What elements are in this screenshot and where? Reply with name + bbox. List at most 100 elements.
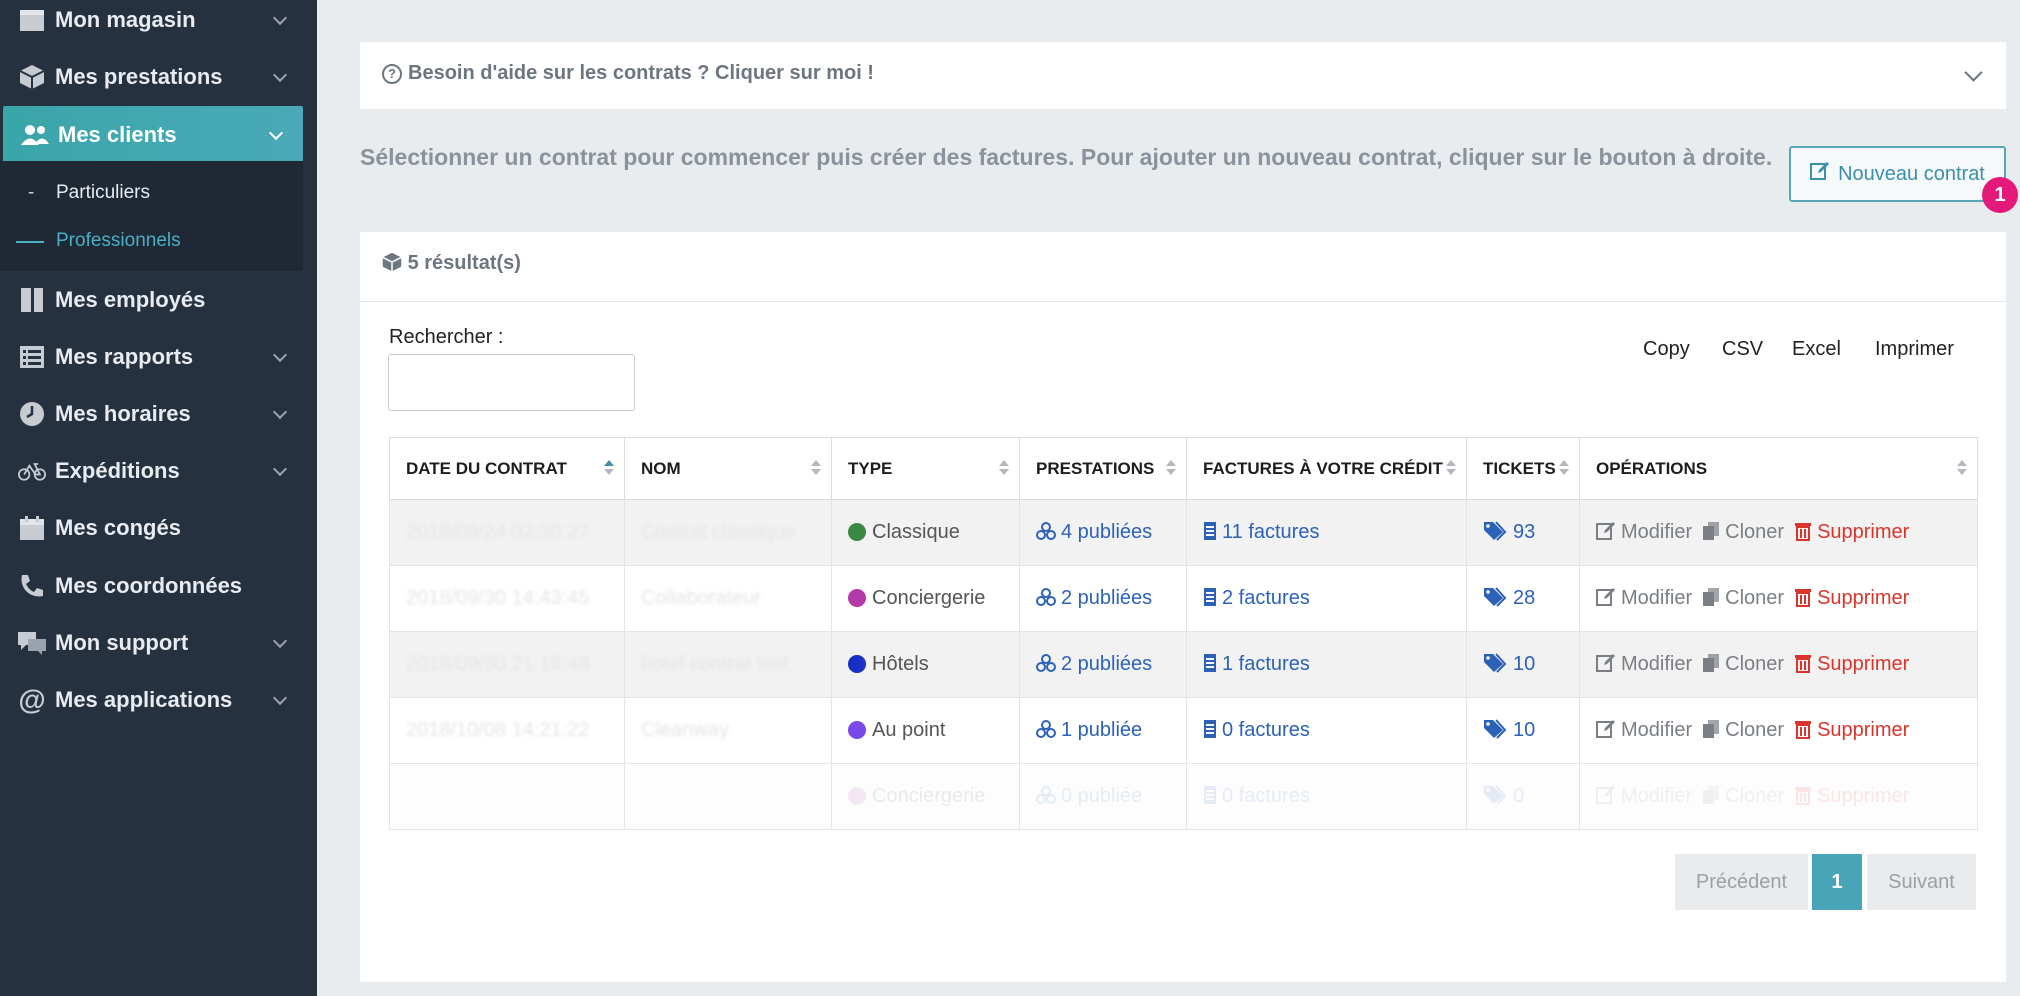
contract-name: Collaborateur — [641, 587, 762, 609]
copy-button[interactable]: Copy — [1643, 338, 1690, 361]
submenu-item-professionnels[interactable]: Professionnels — [0, 221, 303, 261]
tickets-link[interactable]: 10 — [1483, 719, 1535, 741]
modify-button[interactable]: Modifier — [1596, 653, 1692, 675]
modify-button[interactable]: Modifier — [1596, 521, 1692, 543]
column-header-date[interactable]: DATE DU CONTRAT — [389, 437, 625, 500]
clone-button[interactable]: Cloner — [1702, 653, 1784, 675]
copy-icon — [1702, 785, 1725, 807]
tickets-link[interactable]: 0 — [1483, 785, 1524, 807]
prestations-link[interactable]: 0 publiée — [1036, 785, 1142, 807]
prestations-link[interactable]: 4 publiées — [1036, 521, 1152, 543]
pagination-prev-button[interactable]: Précédent — [1675, 854, 1808, 910]
excel-button[interactable]: Excel — [1792, 338, 1841, 361]
cell-nom: hotel contrat test — [624, 631, 832, 698]
factures-link[interactable]: 0 factures — [1203, 785, 1310, 807]
pagination-page-button[interactable]: 1 — [1812, 854, 1862, 910]
tickets-link[interactable]: 10 — [1483, 653, 1535, 675]
column-header-prestations[interactable]: PRESTATIONS — [1019, 437, 1187, 500]
prestations-link[interactable]: 2 publiées — [1036, 587, 1152, 609]
modify-button[interactable]: Modifier — [1596, 719, 1692, 741]
prestations-link[interactable]: 1 publiée — [1036, 719, 1142, 741]
sidebar-item-expeditions[interactable]: Expéditions — [0, 443, 317, 499]
help-panel[interactable]: ? Besoin d'aide sur les contrats ? Cliqu… — [360, 42, 2006, 109]
copy-icon — [1702, 719, 1725, 741]
chevron-down-icon — [272, 67, 288, 83]
delete-button[interactable]: Supprimer — [1794, 785, 1909, 807]
table-row[interactable]: 2018/09/30 14:43:45 Collaborateur Concierg… — [389, 565, 1978, 632]
sidebar: Mon magasin Mes prestations Mes clients … — [0, 0, 317, 996]
delete-button[interactable]: Supprimer — [1794, 521, 1909, 543]
factures-link[interactable]: 0 factures — [1203, 719, 1310, 741]
search-input[interactable] — [388, 354, 635, 411]
sidebar-item-mes-applications[interactable]: @ Mes applications — [0, 672, 317, 728]
results-panel: 5 résultat(s) Rechercher : Copy CSV Exce… — [360, 232, 2006, 982]
tickets-link[interactable]: 28 — [1483, 587, 1535, 609]
delete-button[interactable]: Supprimer — [1794, 587, 1909, 609]
column-header-nom[interactable]: NOM — [624, 437, 832, 500]
cubes-icon — [1036, 719, 1061, 741]
print-button[interactable]: Imprimer — [1875, 338, 1954, 361]
table-row[interactable]: 2018/10/08 14:21:22 Cleanway Au point 1 pub… — [389, 697, 1978, 764]
table-row[interactable]: 2018/09/24 02:30:27 Contrat classique Clas… — [389, 499, 1978, 566]
sidebar-item-mes-clients[interactable]: Mes clients — [3, 106, 303, 163]
sort-asc-icon — [604, 460, 614, 476]
delete-button[interactable]: Supprimer — [1794, 653, 1909, 675]
factures-link[interactable]: 2 factures — [1203, 587, 1310, 609]
clone-button[interactable]: Cloner — [1702, 521, 1784, 543]
tickets-link[interactable]: 93 — [1483, 521, 1535, 543]
table-row[interactable]: Conciergerie 0 publiée 0 factures 0 Modifier… — [389, 763, 1978, 830]
factures-count: 11 factures — [1222, 521, 1320, 543]
edit-icon — [1810, 161, 1830, 187]
tags-icon — [1483, 719, 1513, 741]
sidebar-item-mes-prestations[interactable]: Mes prestations — [0, 49, 317, 105]
tickets-count: 28 — [1513, 587, 1536, 609]
sidebar-item-label: Mes applications — [55, 687, 233, 712]
modify-label: Modifier — [1621, 587, 1693, 609]
chevron-down-icon — [268, 125, 284, 140]
sidebar-item-mes-conges[interactable]: Mes congés — [0, 500, 317, 556]
clone-label: Cloner — [1725, 719, 1785, 741]
clone-label: Cloner — [1725, 521, 1785, 543]
cell-type: Classique — [831, 499, 1020, 566]
factures-link[interactable]: 11 factures — [1203, 521, 1319, 543]
cell-date: 2018/10/08 14:21:22 — [389, 697, 625, 764]
cell-tickets: 93 — [1466, 499, 1580, 566]
chevron-down-icon[interactable] — [1964, 63, 1983, 82]
sidebar-item-label: Mes coordonnées — [55, 573, 243, 598]
modify-button[interactable]: Modifier — [1596, 587, 1692, 609]
sidebar-item-mes-horaires[interactable]: Mes horaires — [0, 386, 317, 442]
contract-type: Conciergerie — [872, 587, 986, 609]
column-header-type[interactable]: TYPE — [831, 437, 1020, 500]
copy-icon — [1702, 587, 1725, 609]
sidebar-item-mes-employes[interactable]: Mes employés — [0, 272, 317, 328]
comments-icon — [18, 629, 46, 657]
pagination-next-button[interactable]: Suivant — [1867, 854, 1976, 910]
sidebar-item-mon-magasin[interactable]: Mon magasin — [0, 0, 317, 48]
sidebar-item-mes-rapports[interactable]: Mes rapports — [0, 329, 317, 385]
modify-button[interactable]: Modifier — [1596, 785, 1692, 807]
factures-link[interactable]: 1 factures — [1203, 653, 1310, 675]
sidebar-item-mon-support[interactable]: Mon support — [0, 615, 317, 671]
active-line-icon — [16, 241, 44, 243]
column-header-tickets[interactable]: TICKETS — [1466, 437, 1580, 500]
sidebar-item-label: Mes prestations — [55, 64, 223, 89]
type-color-dot — [848, 523, 866, 541]
clone-button[interactable]: Cloner — [1702, 719, 1784, 741]
clone-button[interactable]: Cloner — [1702, 587, 1784, 609]
new-contract-button[interactable]: Nouveau contrat — [1789, 146, 2006, 202]
delete-button[interactable]: Supprimer — [1794, 719, 1909, 741]
invoice-icon — [1203, 719, 1222, 741]
type-color-dot — [848, 589, 866, 607]
clone-button[interactable]: Cloner — [1702, 785, 1784, 807]
sidebar-item-mes-coordonnees[interactable]: Mes coordonnées — [0, 558, 317, 614]
column-header-operations[interactable]: OPÉRATIONS — [1579, 437, 1978, 500]
cell-factures: 2 factures — [1186, 565, 1467, 632]
prestations-count: 2 publiées — [1061, 587, 1153, 609]
submenu-item-particuliers[interactable]: - Particuliers — [0, 173, 303, 213]
csv-button[interactable]: CSV — [1722, 338, 1763, 361]
prestations-link[interactable]: 2 publiées — [1036, 653, 1152, 675]
column-header-factures[interactable]: FACTURES À VOTRE CRÉDIT — [1186, 437, 1467, 500]
table-row[interactable]: 2018/09/30 21:16:48 hotel contrat test Hôt… — [389, 631, 1978, 698]
sidebar-item-label: Mes rapports — [55, 344, 194, 369]
cell-prestations: 2 publiées — [1019, 631, 1187, 698]
